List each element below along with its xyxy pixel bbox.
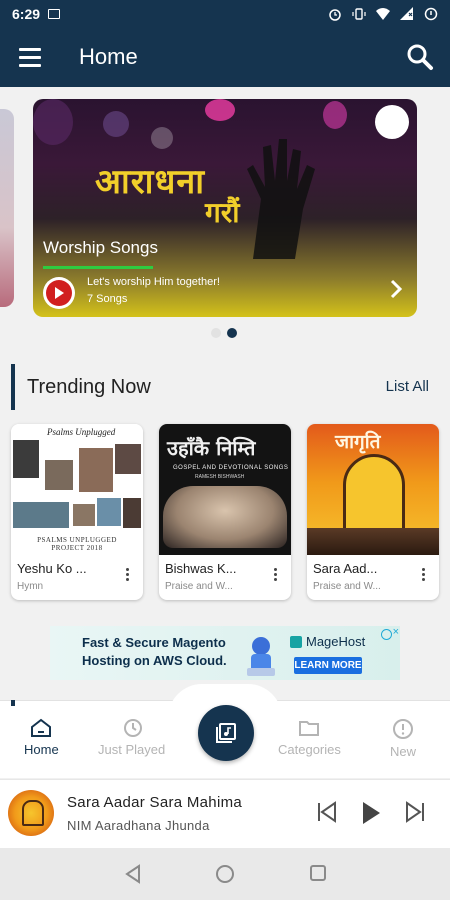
alarm-icon xyxy=(329,8,341,21)
wifi-icon xyxy=(376,7,390,20)
folder-icon xyxy=(299,721,320,736)
signal-icon xyxy=(400,6,413,20)
now-playing-art xyxy=(8,790,54,836)
trending-card[interactable]: Psalms Unplugged PSALMS UNPLUGGED PROJECT… xyxy=(11,424,143,600)
album-art: Psalms Unplugged PSALMS UNPLUGGED PROJECT… xyxy=(11,424,143,555)
scroll-indicator xyxy=(11,700,15,706)
home-circle-icon[interactable] xyxy=(215,864,235,884)
card-subtitle: Praise and W... xyxy=(313,581,381,592)
trending-list: Psalms Unplugged PSALMS UNPLUGGED PROJECT… xyxy=(11,424,439,600)
trending-card[interactable]: जागृति Sara Aad... Praise and W... xyxy=(307,424,439,600)
banner-description: Let's worship Him together! xyxy=(87,276,220,288)
card-title: Yeshu Ko ... xyxy=(17,561,87,576)
system-navigation-bar xyxy=(0,848,450,900)
section-accent-bar xyxy=(11,364,15,410)
album-art-title: जागृति xyxy=(335,431,381,453)
skip-next-icon[interactable] xyxy=(404,801,426,823)
status-time: 6:29 xyxy=(12,5,41,22)
light-flare xyxy=(375,105,409,139)
ad-headline: Fast & Secure Magento Hosting on AWS Clo… xyxy=(82,635,227,668)
banner-art-subtitle: गरौं xyxy=(205,196,240,229)
vibrate-icon xyxy=(352,7,366,20)
crowd-illustration xyxy=(307,528,439,555)
pager-dot-active[interactable] xyxy=(227,328,237,338)
chevron-right-icon[interactable] xyxy=(389,279,403,299)
app-bar: Home xyxy=(0,27,450,87)
hamburger-menu-icon xyxy=(19,45,41,69)
home-icon xyxy=(31,718,52,737)
card-title: Bishwas K... xyxy=(165,561,237,576)
section-title-trending: Trending Now xyxy=(27,376,151,398)
pager-dot[interactable] xyxy=(211,328,221,338)
trending-card[interactable]: उहाँकै निम्ति GOSPEL AND DEVOTIONAL SONG… xyxy=(159,424,291,600)
banner-title-underline xyxy=(43,266,153,269)
card-subtitle: Hymn xyxy=(17,581,44,592)
nav-item-label: Categories xyxy=(278,742,341,757)
status-icons xyxy=(328,6,438,21)
search-icon xyxy=(407,44,433,70)
church-emblem-icon xyxy=(343,454,405,534)
home-content[interactable]: आराधना गरौं Worship Songs Let's worship … xyxy=(0,87,450,700)
back-icon[interactable] xyxy=(124,864,142,884)
banner-title: Worship Songs xyxy=(43,238,158,257)
now-playing-title: Sara Aadar Sara Mahima xyxy=(67,794,243,811)
alert-circle-icon xyxy=(393,719,413,739)
library-music-icon xyxy=(216,723,236,743)
carousel-pager xyxy=(211,328,237,338)
card-title: Sara Aad... xyxy=(313,561,378,576)
card-subtitle: Praise and W... xyxy=(165,581,233,592)
image-icon xyxy=(48,8,61,19)
album-art-title: उहाँकै निम्ति xyxy=(167,436,256,460)
play-icon[interactable] xyxy=(360,801,382,825)
now-playing-artist: NIM Aaradhana Jhunda xyxy=(67,818,210,833)
library-button[interactable] xyxy=(198,705,254,761)
ad-cta-button[interactable]: LEARN MORE xyxy=(294,657,362,674)
page-title: Home xyxy=(79,44,138,69)
album-art-subtitle: GOSPEL AND DEVOTIONAL SONGS xyxy=(173,465,289,471)
album-art-script: Psalms Unplugged xyxy=(47,427,116,437)
more-vert-icon[interactable] xyxy=(274,568,277,581)
nav-item-label: New xyxy=(390,744,417,759)
album-art-caption: PSALMS UNPLUGGED PROJECT 2018 xyxy=(37,536,117,552)
nav-item-label: Just Played xyxy=(98,742,166,757)
ad-brand: MageHost xyxy=(290,634,365,649)
ad-close-icon[interactable]: × xyxy=(393,626,399,638)
recents-icon[interactable] xyxy=(309,864,327,882)
skip-previous-icon[interactable] xyxy=(316,801,338,823)
play-icon xyxy=(46,280,72,306)
nav-item-new[interactable]: New xyxy=(390,718,416,759)
worship-hand-illustration xyxy=(247,139,315,259)
album-art: उहाँकै निम्ति GOSPEL AND DEVOTIONAL SONG… xyxy=(159,424,291,555)
magehost-logo-icon xyxy=(290,635,302,648)
ad-mascot-icon xyxy=(247,637,275,676)
album-art-artist: RAMESH BISHWASH xyxy=(195,474,245,480)
banner-play-button[interactable] xyxy=(43,277,75,309)
ad-banner[interactable]: Fast & Secure Magento Hosting on AWS Clo… xyxy=(50,626,400,680)
more-vert-icon[interactable] xyxy=(422,568,425,581)
nav-item-label: Home xyxy=(24,742,59,757)
nav-item-home[interactable]: Home xyxy=(24,718,59,757)
album-art: जागृति xyxy=(307,424,439,555)
search-button[interactable] xyxy=(390,27,450,87)
nav-item-just-played[interactable]: Just Played xyxy=(98,718,165,757)
carousel-card-previous[interactable] xyxy=(0,109,14,307)
nav-item-categories[interactable]: Categories xyxy=(278,718,341,757)
featured-banner[interactable]: आराधना गरौं Worship Songs Let's worship … xyxy=(33,99,417,317)
banner-art-title: आराधना xyxy=(95,162,206,202)
praying-hands-illustration xyxy=(163,486,287,548)
ad-info-icon[interactable] xyxy=(381,629,392,640)
status-bar: 6:29 xyxy=(0,0,450,27)
banner-song-count: 7 Songs xyxy=(87,293,128,305)
menu-button[interactable] xyxy=(0,27,60,87)
more-vert-icon[interactable] xyxy=(126,568,129,581)
history-icon xyxy=(123,719,142,737)
battery-icon xyxy=(424,7,438,20)
list-all-link[interactable]: List All xyxy=(386,378,429,395)
mini-player[interactable]: Sara Aadar Sara Mahima NIM Aaradhana Jhu… xyxy=(0,779,450,848)
